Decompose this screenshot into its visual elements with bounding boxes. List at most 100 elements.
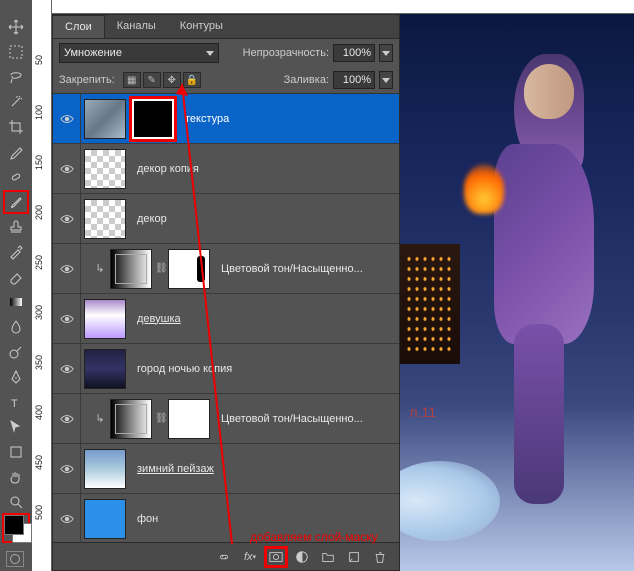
history-brush-tool[interactable] [3,240,29,264]
layer-thumbnail[interactable] [84,499,126,539]
layer-row[interactable]: зимний пейзаж [53,444,399,494]
add-mask-button[interactable] [267,549,285,565]
visibility-toggle[interactable] [53,344,81,393]
layer-thumbnail[interactable] [84,149,126,189]
layer-thumbnail[interactable] [84,449,126,489]
shape-tool[interactable] [3,440,29,464]
layer-row[interactable]: город ночью копия [53,344,399,394]
layer-name[interactable]: Цветовой тон/Насыщенно... [221,263,399,275]
marquee-tool[interactable] [3,40,29,64]
layer-thumbnail[interactable] [84,299,126,339]
layer-name[interactable]: декор [137,213,399,225]
new-group-button[interactable] [319,549,337,565]
layer-row[interactable]: ↳⛓Цветовой тон/Насыщенно... [53,394,399,444]
adjustment-layer-button[interactable] [293,549,311,565]
visibility-toggle[interactable] [53,394,81,443]
hand-tool[interactable] [3,465,29,489]
link-icon: ⛓ [155,413,165,424]
new-layer-button[interactable] [345,549,363,565]
crop-tool[interactable] [3,115,29,139]
mask-thumbnail[interactable] [168,399,210,439]
layer-name[interactable]: текстура [185,113,399,125]
svg-text:T: T [11,398,18,410]
visibility-toggle[interactable] [53,194,81,243]
ruler-tick: 300 [34,305,44,320]
lock-transparent-icon[interactable]: ▦ [123,72,141,88]
opacity-slider-button[interactable] [379,44,393,62]
layer-name[interactable]: фон [137,513,399,525]
horizontal-ruler [52,0,634,14]
fill-input[interactable]: 100% [333,71,375,89]
vertical-ruler: 50 100 150 200 250 300 350 400 450 500 [32,0,52,571]
pen-tool[interactable] [3,365,29,389]
ruler-tick: 400 [34,405,44,420]
ruler-tick: 200 [34,205,44,220]
tab-layers[interactable]: Слои [53,15,105,38]
layer-row[interactable]: девушка [53,294,399,344]
blend-mode-select[interactable]: Умножение [59,43,219,63]
layer-thumbnail[interactable] [84,349,126,389]
delete-layer-button[interactable] [371,549,389,565]
lasso-tool[interactable] [3,65,29,89]
layer-name[interactable]: декор копия [137,163,399,175]
layer-thumbnail[interactable] [110,249,152,289]
layer-thumbnail[interactable] [84,199,126,239]
path-tool[interactable] [3,415,29,439]
visibility-toggle[interactable] [53,444,81,493]
step-label: п.11 [410,404,436,420]
eyedrop-tool[interactable] [3,140,29,164]
brush-tool[interactable] [3,190,29,214]
document-canvas[interactable]: п.11 [400,14,634,571]
tab-paths[interactable]: Контуры [168,15,235,38]
mask-thumbnail[interactable] [132,99,174,139]
color-swatches[interactable] [2,513,30,543]
layer-row[interactable]: декор копия [53,144,399,194]
type-tool[interactable]: T [3,390,29,414]
layer-thumbnail[interactable] [84,99,126,139]
ruler-tick: 150 [34,155,44,170]
gradient-tool[interactable] [3,290,29,314]
layer-name[interactable]: зимний пейзаж [137,463,399,475]
layer-row[interactable]: текстура [53,94,399,144]
dodge-tool[interactable] [3,340,29,364]
layer-thumbnail[interactable] [110,399,152,439]
layer-row[interactable]: фон [53,494,399,544]
visibility-toggle[interactable] [53,244,81,293]
visibility-toggle[interactable] [53,94,81,143]
heal-tool[interactable] [3,165,29,189]
link-layers-button[interactable] [215,549,233,565]
fill-slider-button[interactable] [379,71,393,89]
opacity-input[interactable]: 100% [333,44,375,62]
visibility-toggle[interactable] [53,494,81,543]
lock-pixels-icon[interactable]: ✎ [143,72,161,88]
layers-panel: Слои Каналы Контуры Умножение Непрозрачн… [52,14,400,571]
zoom-tool[interactable] [3,490,29,514]
layer-row[interactable]: декор [53,194,399,244]
mask-thumbnail[interactable] [168,249,210,289]
visibility-toggle[interactable] [53,144,81,193]
move-tool[interactable] [3,15,29,39]
layer-row[interactable]: ↳⛓Цветовой тон/Насыщенно... [53,244,399,294]
lock-position-icon[interactable]: ✥ [163,72,181,88]
visibility-toggle[interactable] [53,294,81,343]
wand-tool[interactable] [3,90,29,114]
ruler-tick: 50 [34,55,44,65]
layers-list: текстурадекор копиядекор↳⛓Цветовой тон/Н… [53,94,399,544]
layer-effects-button[interactable]: fx▾ [241,549,259,565]
ruler-tick: 500 [34,505,44,520]
link-icon: ⛓ [155,263,165,274]
ruler-tick: 100 [34,105,44,120]
quick-mask-toggle[interactable] [6,551,24,567]
ruler-tick: 450 [34,455,44,470]
blur-tool[interactable] [3,315,29,339]
foreground-color[interactable] [4,515,24,535]
fill-label: Заливка: [284,74,329,86]
layer-name[interactable]: девушка [137,313,399,325]
layer-name[interactable]: Цветовой тон/Насыщенно... [221,413,399,425]
stamp-tool[interactable] [3,215,29,239]
tab-channels[interactable]: Каналы [105,15,168,38]
lock-all-icon[interactable]: 🔒 [183,72,201,88]
layer-name[interactable]: город ночью копия [137,363,399,375]
lock-label: Закрепить: [59,74,115,86]
eraser-tool[interactable] [3,265,29,289]
